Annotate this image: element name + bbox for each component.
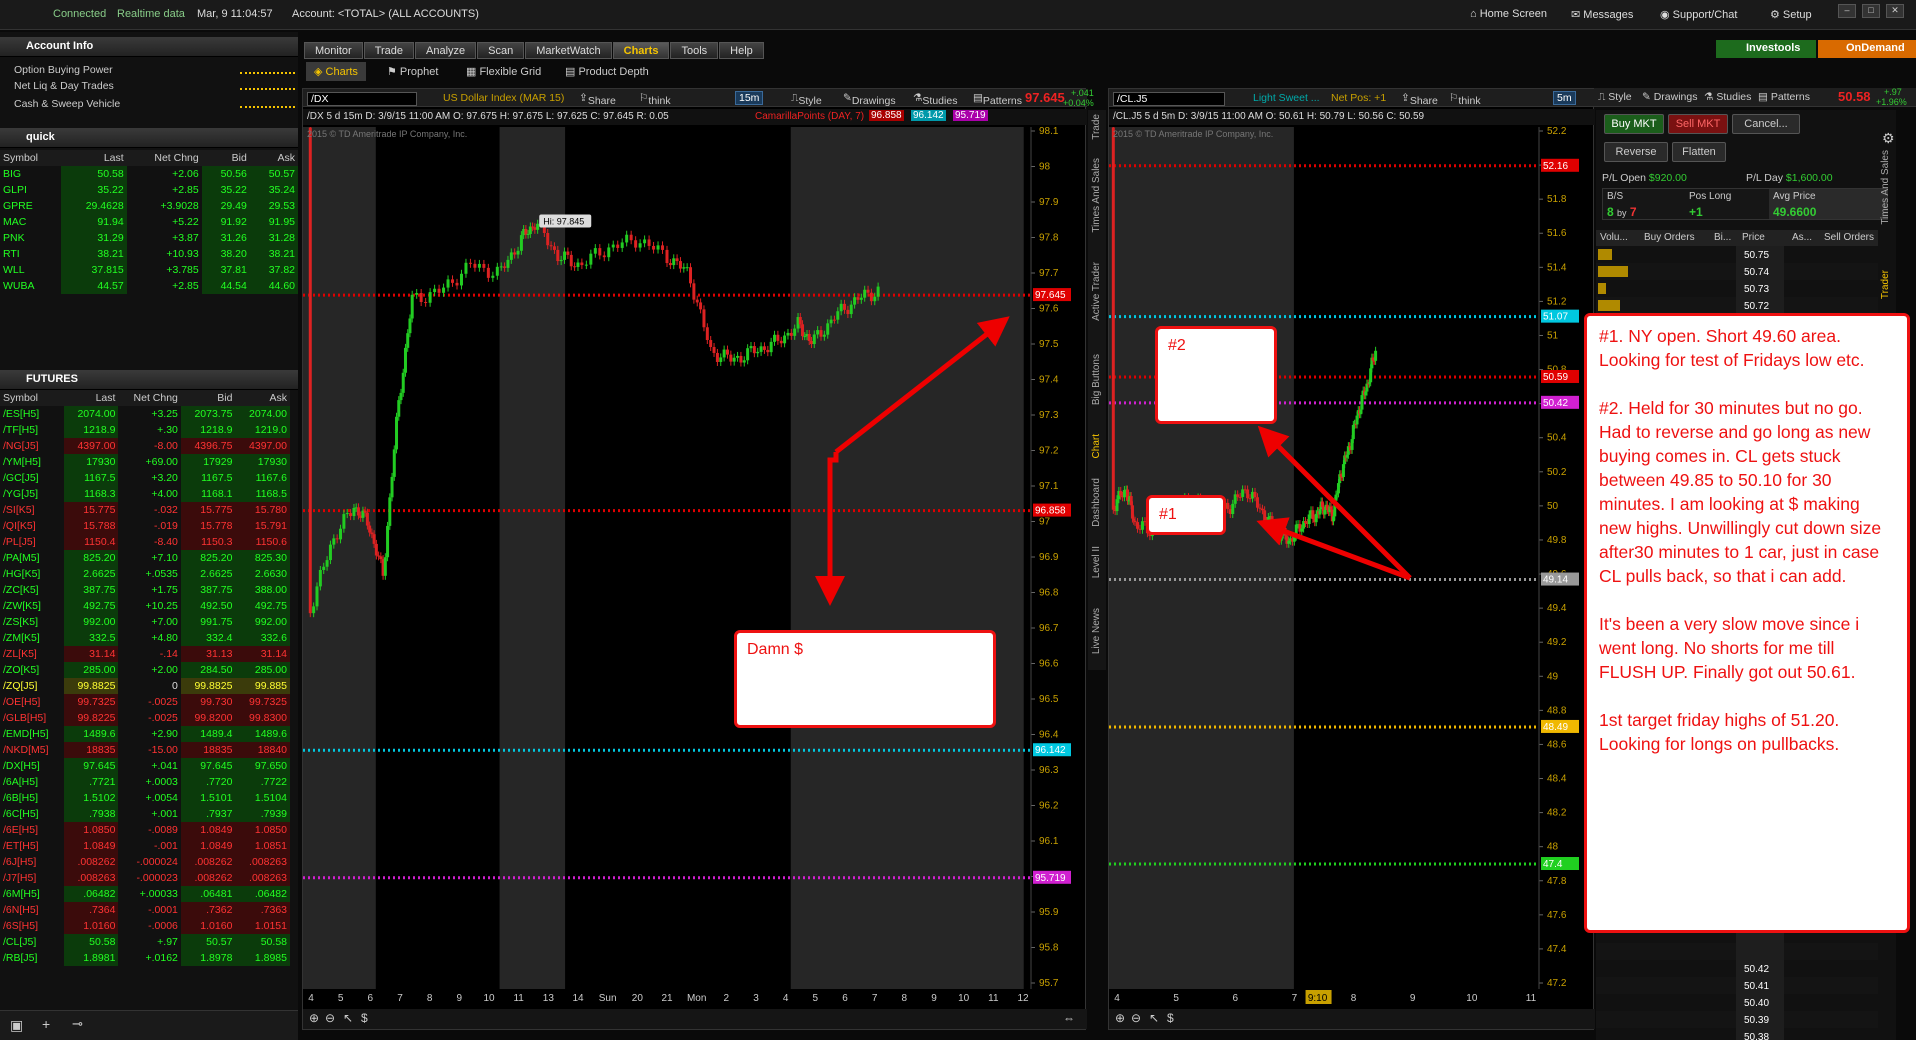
journal-para-3: It's been a very slow move since i went … [1599,614,1860,682]
trade-journal-note: #1. NY open. Short 49.60 area. Looking f… [1584,313,1910,933]
arrow-note-1 [1256,517,1411,581]
note-damn-dollar: Damn $ [734,630,996,728]
note-2: #2 [1155,326,1277,424]
journal-para-1: #1. NY open. Short 49.60 area. Looking f… [1599,326,1865,370]
arrow-dollar-up [834,316,1010,454]
arrow-dollar-down [815,452,845,606]
journal-para-2: #2. Held for 30 minutes but no go. Had t… [1599,398,1882,586]
journal-para-4: 1st target friday highs of 51.20. Lookin… [1599,710,1840,754]
note-1: #1 [1146,495,1226,535]
arrow-note-2 [1257,425,1412,580]
